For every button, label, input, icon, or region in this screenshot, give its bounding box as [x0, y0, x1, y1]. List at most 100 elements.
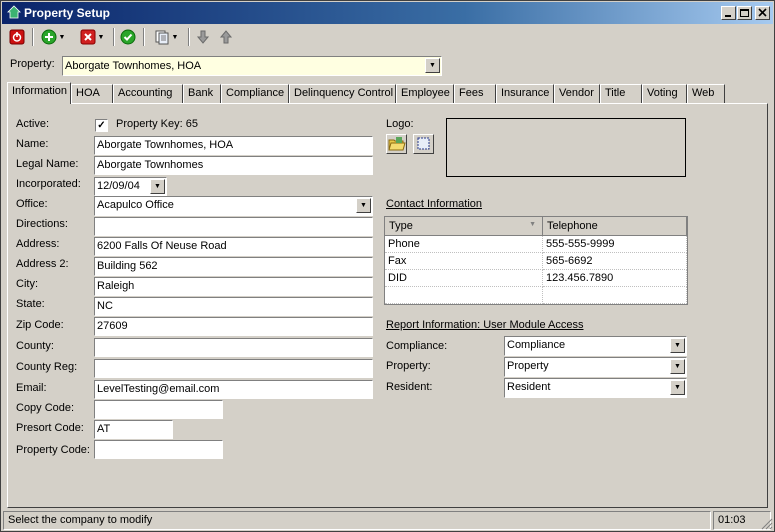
maximize-button[interactable]	[737, 6, 752, 20]
chevron-down-icon: ▼	[97, 33, 105, 41]
table-cell[interactable]: Fax	[385, 253, 543, 270]
move-down-button[interactable]	[193, 27, 213, 47]
county-field[interactable]	[94, 338, 373, 357]
tab-fees[interactable]: Fees	[454, 84, 496, 103]
tab-accounting[interactable]: Accounting	[113, 84, 183, 103]
minimize-button[interactable]	[721, 6, 736, 20]
zip-field[interactable]: 27609	[94, 317, 373, 336]
tab-employee[interactable]: Employee	[396, 84, 454, 103]
contact-telephone: 555-555-9999	[546, 238, 615, 250]
address2-field[interactable]: Building 562	[94, 257, 373, 276]
resident-label: Resident:	[386, 381, 433, 393]
chevron-down-icon[interactable]: ▼	[670, 359, 685, 374]
app-icon	[7, 5, 21, 19]
tab-insurance[interactable]: Insurance	[496, 84, 554, 103]
clear-logo-button[interactable]	[413, 134, 434, 154]
tab-voting[interactable]: Voting	[642, 84, 687, 103]
column-header-telephone[interactable]: Telephone	[543, 217, 687, 236]
delete-icon	[80, 29, 96, 45]
zip-label: Zip Code:	[16, 319, 64, 331]
address-label: Address:	[16, 238, 60, 250]
city-field[interactable]: Raleigh	[94, 277, 373, 296]
table-cell[interactable]: DID	[385, 270, 543, 287]
county-reg-field[interactable]	[94, 359, 373, 378]
copy-button[interactable]: ▼	[149, 27, 183, 47]
property-code-field[interactable]	[94, 440, 223, 459]
tab-information[interactable]: Information	[7, 82, 71, 104]
property-report-select[interactable]: Property ▼	[504, 357, 687, 377]
address2-value: Building 562	[97, 260, 158, 272]
table-cell-new-row[interactable]	[385, 287, 543, 304]
column-header-label: Telephone	[547, 220, 598, 232]
chevron-down-icon[interactable]: ▼	[670, 338, 685, 353]
tab-hoa[interactable]: HOA	[71, 84, 113, 103]
select-frame-icon	[417, 137, 430, 150]
tab-bank[interactable]: Bank	[183, 84, 221, 103]
address2-label: Address 2:	[16, 258, 69, 270]
property-key-label: Property Key: 65	[116, 118, 198, 130]
resident-select[interactable]: Resident ▼	[504, 378, 687, 398]
title-bar[interactable]: Property Setup	[2, 2, 773, 24]
tab-delinquency-control[interactable]: Delinquency Control	[289, 84, 396, 103]
compliance-select[interactable]: Compliance ▼	[504, 336, 687, 356]
table-cell[interactable]: 555-555-9999	[543, 236, 687, 253]
presort-code-value: AT	[97, 423, 111, 435]
maximize-icon	[740, 9, 749, 17]
sort-icon: ▼	[529, 221, 536, 228]
active-checkbox[interactable]: ✓	[95, 119, 108, 132]
toolbar-separator	[113, 28, 115, 46]
toolbar-separator	[143, 28, 145, 46]
column-header-type[interactable]: Type ▼	[385, 217, 543, 236]
legal-name-field[interactable]: Aborgate Townhomes	[94, 156, 373, 175]
county-reg-label: County Reg:	[16, 361, 78, 373]
tab-title[interactable]: Title	[600, 84, 642, 103]
tab-label: Delinquency Control	[294, 87, 394, 99]
table-cell[interactable]: 565-6692	[543, 253, 687, 270]
tab-compliance[interactable]: Compliance	[221, 84, 289, 103]
tab-label: Voting	[647, 87, 678, 99]
state-value: NC	[97, 300, 113, 312]
office-select[interactable]: Acapulco Office ▼	[94, 196, 373, 216]
address-field[interactable]: 6200 Falls Of Neuse Road	[94, 237, 373, 256]
chevron-down-icon[interactable]: ▼	[670, 380, 685, 395]
delete-button[interactable]: ▼	[75, 27, 109, 47]
tab-label: Accounting	[118, 87, 173, 99]
table-cell-new-row[interactable]	[543, 287, 687, 304]
check-icon: ✓	[97, 120, 106, 131]
office-label: Office:	[16, 198, 48, 210]
chevron-down-icon[interactable]: ▼	[425, 58, 440, 73]
load-logo-button[interactable]	[386, 134, 407, 154]
name-label: Name:	[16, 138, 49, 150]
state-field[interactable]: NC	[94, 297, 373, 316]
resize-grip-icon[interactable]	[761, 518, 773, 530]
column-header-label: Type	[389, 220, 413, 232]
name-field[interactable]: Aborgate Townhomes, HOA	[94, 136, 373, 155]
email-field[interactable]: LevelTesting@email.com	[94, 380, 373, 399]
move-up-button[interactable]	[216, 27, 236, 47]
tab-label: Vendor	[559, 87, 594, 99]
table-cell[interactable]: 123.456.7890	[543, 270, 687, 287]
toolbar-separator	[188, 28, 190, 46]
copy-code-field[interactable]	[94, 400, 223, 419]
tab-web[interactable]: Web	[687, 84, 725, 103]
chevron-down-icon[interactable]: ▼	[150, 179, 165, 194]
incorporated-value: 12/09/04	[97, 180, 140, 192]
close-button[interactable]	[755, 6, 770, 20]
presort-code-field[interactable]: AT	[94, 420, 173, 439]
tab-label: Web	[692, 87, 715, 99]
exit-button[interactable]	[7, 27, 27, 47]
office-value: Acapulco Office	[97, 199, 174, 211]
save-button[interactable]	[118, 27, 138, 47]
city-label: City:	[16, 278, 38, 290]
add-button[interactable]: ▼	[37, 27, 69, 47]
directions-field[interactable]	[94, 217, 373, 236]
table-cell[interactable]: Phone	[385, 236, 543, 253]
save-check-icon	[120, 29, 136, 45]
contact-grid[interactable]: Type ▼ Telephone Phone 555-555-9999 Fax …	[384, 216, 688, 305]
property-report-label: Property:	[386, 360, 431, 372]
incorporated-date-picker[interactable]: 12/09/04 ▼	[94, 177, 167, 196]
chevron-down-icon[interactable]: ▼	[356, 198, 371, 213]
tab-vendor[interactable]: Vendor	[554, 84, 600, 103]
property-selector[interactable]: Aborgate Townhomes, HOA ▼	[62, 56, 442, 76]
minimize-icon	[725, 15, 731, 17]
